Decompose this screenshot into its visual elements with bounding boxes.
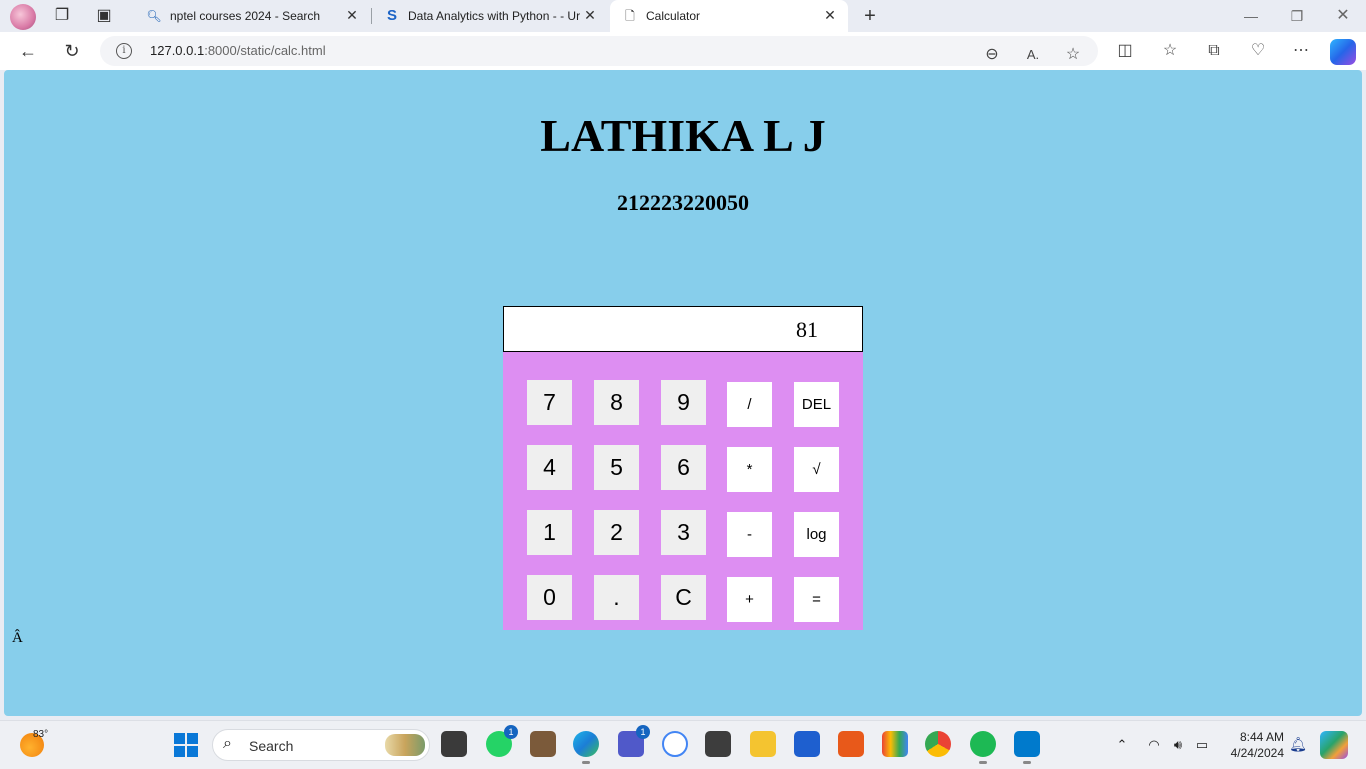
key-8[interactable]: * bbox=[727, 447, 772, 492]
refresh-icon[interactable]: ↻ bbox=[60, 39, 84, 63]
close-tab-icon[interactable]: ✕ bbox=[582, 7, 598, 23]
key-16[interactable]: . bbox=[594, 575, 639, 620]
key-5[interactable]: 4 bbox=[527, 445, 572, 490]
favorite-star-icon[interactable]: ☆ bbox=[1061, 43, 1085, 67]
copilot-icon[interactable] bbox=[1330, 39, 1356, 65]
address-bar[interactable]: i 127.0.0.1:8000/static/calc.html ⊖ A. ☆ bbox=[100, 36, 1098, 66]
key-7[interactable]: 6 bbox=[661, 445, 706, 490]
register-number: 212223220050 bbox=[617, 190, 749, 215]
browser-essentials-icon[interactable]: ♡ bbox=[1246, 39, 1270, 63]
key-10[interactable]: 1 bbox=[527, 510, 572, 555]
calculator-keypad: 7 8 9 / DEL 4 5 6 * √ 1 2 3- log 0. C + = bbox=[503, 352, 863, 630]
key-4[interactable]: DEL bbox=[794, 382, 839, 427]
site-info-icon[interactable]: i bbox=[116, 43, 132, 59]
tab-title: nptel courses 2024 - Search bbox=[170, 9, 321, 23]
windows-start-icon[interactable] bbox=[174, 733, 198, 757]
new-tab-button[interactable]: + bbox=[858, 4, 882, 28]
collections-icon[interactable]: ⧉ bbox=[1202, 39, 1226, 63]
tab-title: Calculator bbox=[646, 9, 701, 23]
show-hidden-icons-icon[interactable]: ⌃ bbox=[1112, 735, 1132, 755]
close-tab-icon[interactable]: ✕ bbox=[822, 7, 838, 23]
gmail-icon[interactable] bbox=[882, 731, 908, 757]
profile-avatar[interactable] bbox=[10, 4, 36, 30]
volume-icon[interactable]: 🔊︎ bbox=[1168, 735, 1188, 755]
split-screen-icon[interactable]: ◫ bbox=[1113, 39, 1137, 63]
restore-icon[interactable]: ❐ bbox=[1282, 4, 1312, 28]
teams-icon[interactable]: 1 bbox=[618, 725, 650, 757]
app-icon[interactable] bbox=[530, 731, 556, 757]
page-title: LATHIKA L J bbox=[540, 110, 826, 161]
url-host: 127.0.0.1 bbox=[150, 43, 205, 58]
key-1[interactable]: 8 bbox=[594, 380, 639, 425]
spotify-icon[interactable] bbox=[970, 731, 996, 764]
key-3[interactable]: / bbox=[727, 382, 772, 427]
wifi-icon[interactable]: ◠ bbox=[1144, 735, 1164, 755]
teams-badge: 1 bbox=[636, 725, 650, 739]
running-indicator bbox=[979, 761, 987, 764]
taskbar-search[interactable]: ⌕ Search bbox=[212, 729, 430, 761]
favorites-icon[interactable]: ☆ bbox=[1158, 39, 1182, 63]
key-12[interactable]: 3 bbox=[661, 510, 706, 555]
stray-character: Â bbox=[12, 630, 23, 646]
key-2[interactable]: 9 bbox=[661, 380, 706, 425]
calculator-display: 81 bbox=[503, 306, 863, 352]
search-icon: 🔍︎ bbox=[146, 9, 162, 23]
vscode-icon[interactable] bbox=[1014, 731, 1040, 764]
key-6[interactable]: 5 bbox=[594, 445, 639, 490]
zoom-out-icon[interactable]: ⊖ bbox=[980, 43, 1004, 67]
tab-actions-icon[interactable]: ▣ bbox=[92, 5, 116, 27]
clock-date: 4/24/2024 bbox=[1230, 746, 1284, 760]
key-15[interactable]: 0 bbox=[527, 575, 572, 620]
notification-bell-icon[interactable]: 🔔︎ bbox=[1289, 735, 1307, 753]
system-clock[interactable]: 8:44 AM 4/24/2024 bbox=[1222, 729, 1284, 761]
tab-calculator[interactable]: 🗋︎ Calculator ✕ bbox=[610, 0, 848, 32]
key-17[interactable]: C bbox=[661, 575, 706, 620]
search-highlight-image bbox=[385, 734, 425, 756]
file-explorer-icon[interactable] bbox=[750, 731, 776, 757]
key-11[interactable]: 2 bbox=[594, 510, 639, 555]
key-18[interactable]: + bbox=[727, 577, 772, 622]
key-19[interactable]: = bbox=[794, 577, 839, 622]
whatsapp-icon[interactable]: 1 bbox=[486, 725, 518, 757]
running-indicator bbox=[1023, 761, 1031, 764]
running-indicator bbox=[582, 761, 590, 764]
office-icon[interactable] bbox=[838, 731, 864, 757]
tab-strip: ❐ ▣ 🔍︎ nptel courses 2024 - Search ✕ S D… bbox=[0, 0, 1366, 32]
back-icon[interactable]: ← bbox=[16, 39, 40, 63]
tab-search[interactable]: 🔍︎ nptel courses 2024 - Search ✕ bbox=[134, 0, 370, 32]
weather-temperature: 83° bbox=[33, 729, 49, 740]
taskbar: 83° ⌕ Search 1 1 ⌃ ◠ 🔊︎ ▭ 8:44 AM 4/24/2… bbox=[0, 720, 1366, 769]
tab-title: Data Analytics with Python - - Ur bbox=[408, 9, 580, 23]
s-logo-icon: S bbox=[386, 7, 397, 24]
key-13[interactable]: - bbox=[727, 512, 772, 557]
google-icon[interactable] bbox=[662, 731, 688, 757]
task-view-icon[interactable] bbox=[441, 731, 467, 757]
url-path: :8000/static/calc.html bbox=[204, 43, 326, 58]
tab-data-analytics[interactable]: S Data Analytics with Python - - Ur ✕ bbox=[372, 0, 608, 32]
edge-icon[interactable] bbox=[573, 731, 599, 764]
browser-toolbar: ← ↻ i 127.0.0.1:8000/static/calc.html ⊖ … bbox=[0, 32, 1366, 70]
close-tab-icon[interactable]: ✕ bbox=[344, 7, 360, 23]
taskbar-search-label: Search bbox=[249, 738, 294, 754]
microsoft-store-icon[interactable] bbox=[794, 731, 820, 757]
clock-time: 8:44 AM bbox=[1239, 730, 1284, 744]
key-9[interactable]: √ bbox=[794, 447, 839, 492]
url-text[interactable]: 127.0.0.1:8000/static/calc.html bbox=[150, 43, 326, 58]
close-window-icon[interactable]: ✕ bbox=[1328, 4, 1358, 28]
page-icon: 🗋︎ bbox=[625, 9, 635, 23]
search-icon: ⌕ bbox=[223, 735, 232, 752]
copilot-preview-icon[interactable] bbox=[1320, 731, 1348, 759]
key-0[interactable]: 7 bbox=[527, 380, 572, 425]
page-viewport: LATHIKA L J 212223220050 81 7 8 9 / DEL 4 5 6 * √… bbox=[4, 70, 1362, 716]
display-value: 81 bbox=[796, 317, 818, 342]
read-aloud-icon[interactable]: A. bbox=[1021, 43, 1045, 67]
m-app-icon[interactable] bbox=[705, 731, 731, 757]
battery-icon[interactable]: ▭ bbox=[1192, 735, 1212, 755]
chrome-icon[interactable] bbox=[925, 731, 951, 757]
workspaces-icon[interactable]: ❐ bbox=[50, 5, 74, 27]
key-14[interactable]: log bbox=[794, 512, 839, 557]
minimize-icon[interactable]: — bbox=[1236, 4, 1266, 28]
more-options-icon[interactable]: ⋯ bbox=[1289, 39, 1313, 63]
whatsapp-badge: 1 bbox=[504, 725, 518, 739]
